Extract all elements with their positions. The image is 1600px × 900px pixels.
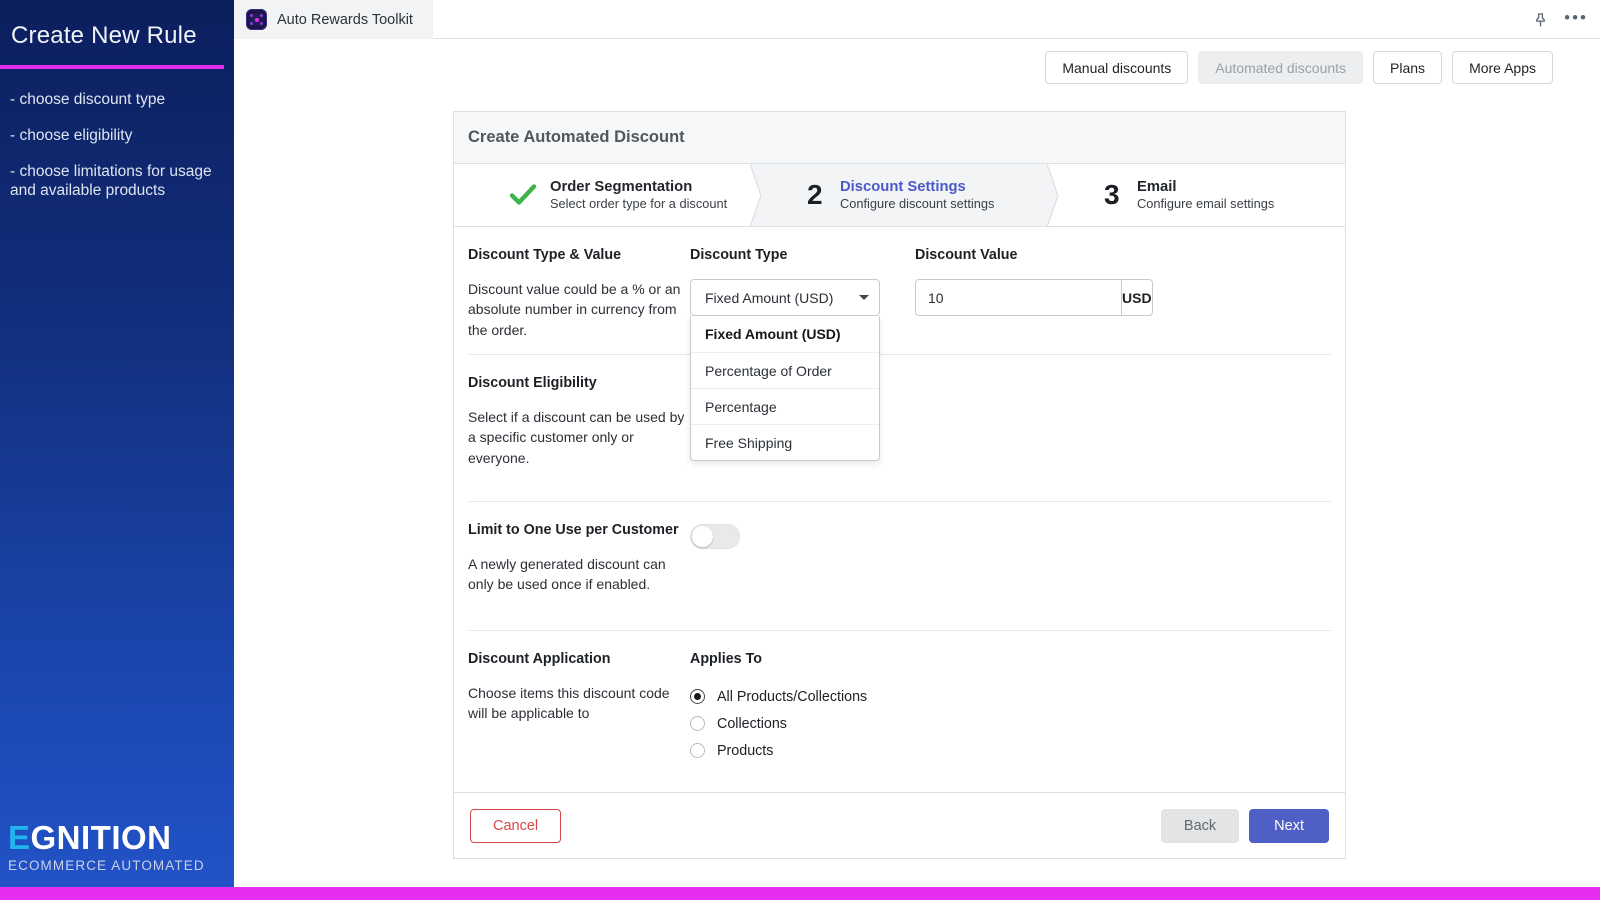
atom-icon bbox=[246, 9, 267, 30]
next-button[interactable]: Next bbox=[1249, 808, 1329, 843]
card-body: Discount Type & Value Discount value cou… bbox=[454, 227, 1345, 792]
radio-all-products-collections[interactable]: All Products/Collections bbox=[690, 683, 1331, 710]
sidebar: Create New Rule - choose discount type -… bbox=[0, 0, 234, 900]
logo-initial: E bbox=[8, 819, 31, 856]
discount-value-label: Discount Value bbox=[915, 247, 1018, 263]
nav-button-row: Manual discounts Automated discounts Pla… bbox=[234, 39, 1600, 96]
logo-wordmark: EGNITION bbox=[8, 821, 205, 854]
card-header: Create Automated Discount bbox=[454, 112, 1345, 164]
radio-icon bbox=[690, 716, 705, 731]
chevron-down-icon bbox=[859, 295, 869, 300]
radio-products[interactable]: Products bbox=[690, 737, 1331, 764]
app-tab-label: Auto Rewards Toolkit bbox=[277, 11, 413, 28]
discount-type-options-menu: Fixed Amount (USD) Percentage of Order P… bbox=[690, 316, 880, 461]
ellipsis-icon[interactable]: ••• bbox=[1564, 9, 1588, 31]
discount-value-input[interactable] bbox=[915, 279, 1121, 316]
section-3-description: Limit to One Use per Customer A newly ge… bbox=[468, 502, 690, 630]
radio-collections[interactable]: Collections bbox=[690, 710, 1331, 737]
section-2-text: Select if a discount can be used by a sp… bbox=[468, 409, 685, 466]
step-3-subtitle: Configure email settings bbox=[1137, 196, 1275, 212]
sidebar-divider bbox=[0, 65, 224, 69]
section-discount-eligibility: Discount Eligibility Select if a discoun… bbox=[454, 355, 1345, 501]
limit-one-use-toggle[interactable] bbox=[690, 524, 740, 549]
discount-value-input-group: USD bbox=[915, 279, 1153, 316]
logo-rest: GNITION bbox=[30, 819, 172, 856]
brand-logo: EGNITION ECOMMERCE AUTOMATED bbox=[8, 821, 205, 873]
step-3-number: 3 bbox=[1104, 179, 1120, 210]
step-3-title: Email bbox=[1137, 178, 1177, 195]
section-1-heading: Discount Type & Value bbox=[468, 247, 622, 263]
automated-discounts-button[interactable]: Automated discounts bbox=[1198, 51, 1364, 84]
section-2-heading: Discount Eligibility bbox=[468, 375, 597, 391]
radio-icon-selected bbox=[690, 689, 705, 704]
step-2-subtitle: Configure discount settings bbox=[840, 196, 995, 212]
applies-to-label: Applies To bbox=[690, 651, 763, 667]
cancel-button[interactable]: Cancel bbox=[470, 808, 562, 843]
step-1-title: Order Segmentation bbox=[550, 178, 693, 195]
discount-type-select-wrap: Fixed Amount (USD) Fixed Amount (USD) Pe… bbox=[690, 279, 880, 461]
wizard-stepper: Order Segmentation Select order type for… bbox=[454, 164, 1345, 227]
applies-to-field: Applies To All Products/Collections Coll… bbox=[690, 631, 1331, 759]
discount-type-label: Discount Type bbox=[690, 247, 788, 263]
section-discount-application: Discount Application Choose items this d… bbox=[454, 631, 1345, 759]
section-1-description: Discount Type & Value Discount value cou… bbox=[468, 227, 690, 354]
sidebar-item-discount-type: - choose discount type bbox=[10, 91, 166, 108]
top-bar-actions: ••• bbox=[1533, 0, 1588, 39]
radio-label-products: Products bbox=[717, 742, 774, 759]
sidebar-step-list: - choose discount type - choose eligibil… bbox=[0, 91, 234, 201]
option-free-shipping[interactable]: Free Shipping bbox=[691, 424, 879, 460]
card-footer: Cancel Back Next bbox=[454, 792, 1345, 858]
page-title: Create Automated Discount bbox=[468, 128, 685, 146]
toggle-knob bbox=[692, 526, 713, 547]
discount-value-currency-suffix: USD bbox=[1121, 279, 1153, 316]
app-root: Create New Rule - choose discount type -… bbox=[0, 0, 1600, 900]
section-4-heading: Discount Application bbox=[468, 651, 611, 667]
section-1-text: Discount value could be a % or an absolu… bbox=[468, 281, 681, 338]
section-2-description: Discount Eligibility Select if a discoun… bbox=[468, 355, 690, 501]
section-4-description: Discount Application Choose items this d… bbox=[468, 631, 690, 751]
discount-type-field: Discount Type Fixed Amount (USD) Fixed A… bbox=[690, 227, 915, 461]
option-percentage[interactable]: Percentage bbox=[691, 388, 879, 424]
manual-discounts-button[interactable]: Manual discounts bbox=[1045, 51, 1189, 84]
sidebar-item-limitations: - choose limitations for usage and avail… bbox=[10, 162, 212, 199]
discount-value-field: Discount Value USD bbox=[915, 227, 1331, 354]
more-apps-button[interactable]: More Apps bbox=[1452, 51, 1553, 84]
footer-primary-actions: Back Next bbox=[1160, 808, 1329, 843]
check-icon bbox=[510, 184, 536, 205]
step-1-subtitle: Select order type for a discount bbox=[550, 196, 728, 212]
step-email[interactable]: 3 Email Configure email settings bbox=[1048, 164, 1345, 226]
main-area: Auto Rewards Toolkit ••• Manual discount… bbox=[234, 0, 1600, 900]
discount-type-select[interactable]: Fixed Amount (USD) bbox=[690, 279, 880, 316]
step-2-number: 2 bbox=[807, 179, 823, 210]
bottom-accent-bar bbox=[0, 887, 1600, 900]
top-bar: Auto Rewards Toolkit ••• bbox=[234, 0, 1600, 39]
limit-toggle-area bbox=[690, 502, 1331, 630]
discount-type-selected-value: Fixed Amount (USD) bbox=[705, 289, 834, 306]
create-discount-card: Create Automated Discount Order Segmenta… bbox=[453, 111, 1346, 859]
app-tab[interactable]: Auto Rewards Toolkit bbox=[234, 0, 433, 39]
logo-tagline: ECOMMERCE AUTOMATED bbox=[8, 858, 205, 873]
radio-icon bbox=[690, 743, 705, 758]
step-order-segmentation[interactable]: Order Segmentation Select order type for… bbox=[454, 164, 762, 227]
plans-button[interactable]: Plans bbox=[1373, 51, 1443, 84]
section-4-text: Choose items this discount code will be … bbox=[468, 685, 670, 722]
option-fixed-amount-usd[interactable]: Fixed Amount (USD) bbox=[691, 316, 879, 352]
radio-label-all: All Products/Collections bbox=[717, 688, 868, 705]
pin-icon[interactable] bbox=[1533, 12, 1548, 28]
step-discount-settings[interactable]: 2 Discount Settings Configure discount s… bbox=[751, 164, 1059, 227]
radio-label-collections: Collections bbox=[717, 715, 787, 732]
section-limit-one-use: Limit to One Use per Customer A newly ge… bbox=[454, 502, 1345, 630]
step-2-title: Discount Settings bbox=[840, 178, 966, 195]
section-3-text: A newly generated discount can only be u… bbox=[468, 556, 666, 593]
section-3-heading: Limit to One Use per Customer bbox=[468, 522, 679, 538]
back-button[interactable]: Back bbox=[1160, 808, 1240, 843]
sidebar-item-eligibility: - choose eligibility bbox=[10, 126, 133, 144]
section-discount-type-value: Discount Type & Value Discount value cou… bbox=[454, 227, 1345, 461]
sidebar-title: Create New Rule bbox=[11, 22, 197, 49]
option-percentage-of-order[interactable]: Percentage of Order bbox=[691, 352, 879, 388]
